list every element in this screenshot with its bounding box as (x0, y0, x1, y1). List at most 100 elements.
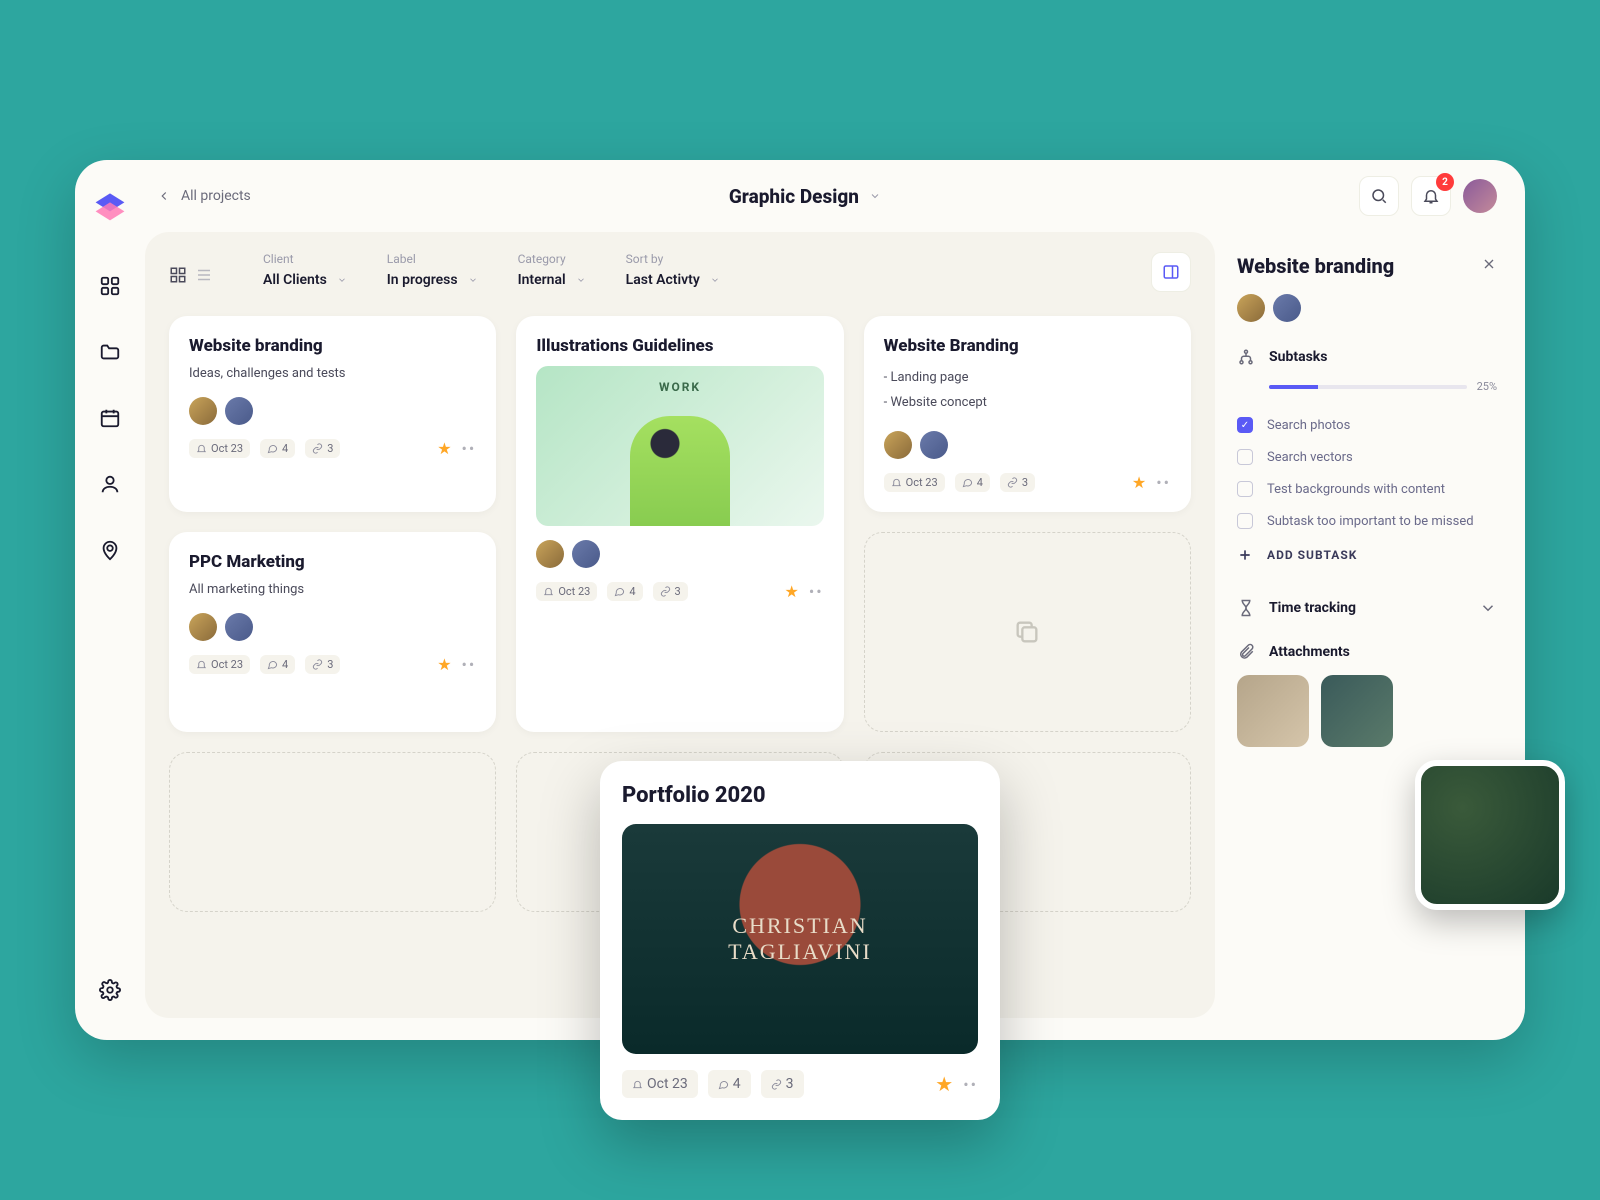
notifications-button[interactable]: 2 (1411, 176, 1451, 216)
hourglass-icon (1237, 599, 1255, 617)
card-more[interactable]: •• (462, 439, 477, 458)
subtask-row[interactable]: Search vectors (1237, 441, 1497, 473)
project-card[interactable]: PPC Marketing All marketing things Oct 2… (169, 532, 496, 732)
attachment-thumb[interactable] (1321, 675, 1393, 747)
subtask-row[interactable]: Test backgrounds with content (1237, 473, 1497, 505)
star-icon[interactable]: ★ (1132, 473, 1146, 492)
avatar (189, 613, 217, 641)
checkbox[interactable] (1237, 449, 1253, 465)
top-actions: 2 (1359, 176, 1497, 216)
chevron-down-icon (468, 275, 478, 285)
avatar (920, 431, 948, 459)
notification-badge: 2 (1436, 173, 1454, 191)
search-icon (1370, 187, 1388, 205)
star-icon[interactable]: ★ (437, 655, 451, 674)
link-icon (1007, 477, 1018, 488)
progress-row: 25% (1237, 380, 1497, 393)
attachment-thumbs (1237, 675, 1497, 747)
card-assignees (189, 397, 476, 425)
nav-calendar[interactable] (88, 396, 132, 440)
avatar (1237, 294, 1265, 322)
progress-bar (1269, 385, 1467, 389)
close-icon (1481, 256, 1497, 272)
filter-category[interactable]: Category Internal (518, 252, 586, 288)
card-dropzone[interactable] (864, 532, 1191, 732)
page-title: Graphic Design (729, 185, 859, 208)
checkbox[interactable] (1237, 513, 1253, 529)
avatar (1273, 294, 1301, 322)
bell-icon (632, 1079, 643, 1090)
subtask-label: Subtask too important to be missed (1267, 514, 1474, 529)
avatar (572, 540, 600, 568)
dragging-card[interactable]: Portfolio 2020 CHRISTIAN TAGLIAVINI Oct … (600, 761, 1000, 1120)
subtask-label: Search vectors (1267, 450, 1353, 465)
subtask-label: Search photos (1267, 418, 1350, 433)
card-footer: Oct 23 4 3 ★ •• (189, 439, 476, 458)
back-link[interactable]: All projects (157, 188, 251, 204)
card-more[interactable]: •• (1156, 473, 1171, 492)
detail-title: Website branding (1237, 254, 1394, 278)
card-more[interactable]: •• (809, 582, 824, 601)
search-button[interactable] (1359, 176, 1399, 216)
avatar (536, 540, 564, 568)
card-description: Ideas, challenges and tests (189, 366, 476, 381)
filter-sort[interactable]: Sort by Last Activty (626, 252, 720, 288)
nav-settings[interactable] (88, 968, 132, 1012)
paperclip-icon (1237, 643, 1255, 661)
card-title: PPC Marketing (189, 552, 476, 572)
card-description: All marketing things (189, 582, 476, 597)
back-label: All projects (181, 188, 251, 204)
filter-label[interactable]: Label In progress (387, 252, 478, 288)
project-card[interactable]: Website branding Ideas, challenges and t… (169, 316, 496, 512)
project-card[interactable]: Illustrations Guidelines WORK Oct 23 4 3… (516, 316, 843, 732)
card-placeholder (169, 752, 496, 912)
bell-icon (196, 659, 207, 670)
subtasks-label: Subtasks (1269, 349, 1327, 365)
comment-icon (267, 659, 278, 670)
card-date: Oct 23 (189, 439, 250, 458)
user-avatar[interactable] (1463, 179, 1497, 213)
checkbox[interactable] (1237, 481, 1253, 497)
project-card[interactable]: Website Branding - Landing page - Websit… (864, 316, 1191, 512)
card-more[interactable]: •• (963, 1075, 978, 1094)
attachments-section: Attachments (1237, 643, 1497, 747)
subtask-row[interactable]: Subtask too important to be missed (1237, 505, 1497, 537)
card-title: Illustrations Guidelines (536, 336, 823, 356)
page-title-dropdown[interactable]: Graphic Design (729, 185, 881, 208)
avatar (225, 613, 253, 641)
attachment-thumb[interactable] (1237, 675, 1309, 747)
sidebar (75, 160, 145, 1040)
grid-view-button[interactable] (169, 266, 187, 288)
star-icon[interactable]: ★ (935, 1072, 953, 1096)
nav-location[interactable] (88, 528, 132, 572)
checkbox[interactable] (1237, 417, 1253, 433)
card-footer: Oct 23 4 3 ★ •• (536, 582, 823, 601)
list-view-button[interactable] (195, 266, 213, 288)
card-title: Website branding (189, 336, 476, 356)
chevron-down-icon (337, 275, 347, 285)
nav-user[interactable] (88, 462, 132, 506)
star-icon[interactable]: ★ (437, 439, 451, 458)
chevron-down-icon (869, 190, 881, 202)
filter-client[interactable]: Client All Clients (263, 252, 347, 288)
detail-panel: Website branding Subtasks 25% Search pho… (1215, 232, 1525, 1040)
subtask-row[interactable]: Search photos (1237, 409, 1497, 441)
chevron-left-icon (157, 189, 171, 203)
toggle-detail-panel[interactable] (1151, 252, 1191, 292)
avatar (189, 397, 217, 425)
add-subtask-button[interactable]: ADD SUBTASK (1237, 537, 1497, 573)
nav-folder[interactable] (88, 330, 132, 374)
star-icon[interactable]: ★ (785, 582, 799, 601)
comment-icon (962, 477, 973, 488)
view-toggle (169, 252, 213, 288)
attachment-preview-large[interactable] (1415, 760, 1565, 910)
copy-icon (1013, 618, 1041, 646)
subtask-label: Test backgrounds with content (1267, 482, 1445, 497)
card-more[interactable]: •• (462, 655, 477, 674)
comment-icon (718, 1079, 729, 1090)
card-title: Website Branding (884, 336, 1171, 356)
comment-icon (267, 443, 278, 454)
nav-dashboard[interactable] (88, 264, 132, 308)
time-tracking-section[interactable]: Time tracking (1237, 599, 1497, 617)
close-button[interactable] (1481, 256, 1497, 276)
